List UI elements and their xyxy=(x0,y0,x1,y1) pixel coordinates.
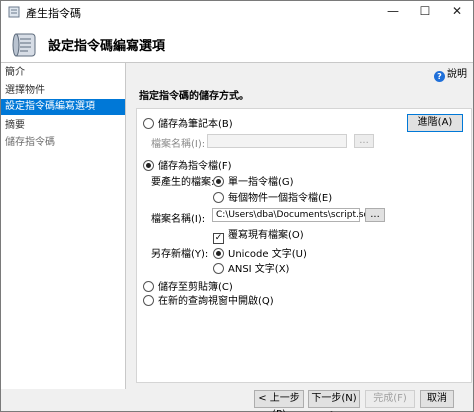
script-filename-label: 檔案名稱(I): xyxy=(151,214,206,225)
radio-icon xyxy=(143,295,154,306)
save-script-label: 儲存為指令檔(F) xyxy=(158,161,232,172)
overwrite-checkbox[interactable]: ✓ 覆寫現有檔案(O) xyxy=(213,226,304,244)
minimize-icon: — xyxy=(387,4,399,18)
ansi-radio[interactable]: ANSI 文字(X) xyxy=(213,260,289,275)
sidebar-item-label: 設定指令碼編寫選項 xyxy=(5,101,95,112)
save-notebook-label: 儲存為筆記本(B) xyxy=(158,119,233,130)
page-title: 設定指令碼編寫選項 xyxy=(48,39,166,54)
help-label: 說明 xyxy=(447,69,467,80)
section-title: 指定指令碼的儲存方式。 xyxy=(139,91,249,102)
save-notebook-radio[interactable]: 儲存為筆記本(B) xyxy=(143,115,233,130)
window-title: 產生指令碼 xyxy=(26,7,81,20)
help-link[interactable]: ? 說明 xyxy=(434,65,467,82)
next-button[interactable]: 下一步(N) > xyxy=(308,390,360,412)
unicode-radio[interactable]: Unicode 文字(U) xyxy=(213,245,307,260)
next-button-label: 下一步(N) > xyxy=(311,393,357,412)
script-filename-input[interactable]: C:\Users\dba\Documents\script.sql xyxy=(212,208,372,222)
unicode-label: Unicode 文字(U) xyxy=(228,249,307,260)
help-icon: ? xyxy=(434,71,445,82)
radio-icon xyxy=(213,248,224,259)
previous-button[interactable]: < 上一步(P) xyxy=(254,390,304,412)
files-to-generate-label: 要產生的檔案: xyxy=(151,177,215,188)
dialog-window: 產生指令碼 — ☐ ✕ 設定指令碼編寫選項 簡介 選擇物件 設定指令碼編寫選項 … xyxy=(0,0,474,412)
per-object-radio[interactable]: 每個物件一個指令檔(E) xyxy=(213,189,332,204)
sidebar-item-choose-objects[interactable]: 選擇物件 xyxy=(1,83,125,99)
sidebar-item-save-scripts[interactable]: 儲存指令碼 xyxy=(1,135,125,151)
sidebar-item-label: 簡介 xyxy=(5,67,25,78)
maximize-icon: ☐ xyxy=(419,4,431,18)
title-bar: 產生指令碼 — ☐ ✕ xyxy=(1,1,473,23)
new-query-label: 在新的查詢視窗中開啟(Q) xyxy=(158,296,274,307)
script-browse-button[interactable]: ... xyxy=(365,208,385,222)
cancel-button[interactable]: 取消 xyxy=(420,390,454,408)
radio-icon xyxy=(143,118,154,129)
save-script-radio[interactable]: 儲存為指令檔(F) xyxy=(143,157,232,172)
sidebar-item-label: 選擇物件 xyxy=(5,85,45,96)
notebook-filename-label: 檔案名稱(I): xyxy=(151,139,206,150)
options-panel: 儲存為筆記本(B) 進階(A) 檔案名稱(I): ... 儲存為指令檔(F) 要… xyxy=(136,108,472,383)
radio-icon xyxy=(143,160,154,171)
notebook-filename-input[interactable] xyxy=(207,134,347,148)
advanced-button[interactable]: 進階(A) xyxy=(407,114,463,132)
maximize-button[interactable]: ☐ xyxy=(409,1,441,23)
ansi-label: ANSI 文字(X) xyxy=(228,264,290,275)
browse-label: ... xyxy=(359,135,369,146)
save-as-label: 另存新檔(Y): xyxy=(151,249,209,260)
radio-icon xyxy=(143,281,154,292)
radio-icon xyxy=(213,263,224,274)
overwrite-label: 覆寫現有檔案(O) xyxy=(228,230,304,241)
minimize-button[interactable]: — xyxy=(377,1,409,23)
scroll-icon xyxy=(12,33,36,57)
close-icon: ✕ xyxy=(451,4,463,18)
wizard-sidebar: 簡介 選擇物件 設定指令碼編寫選項 摘要 儲存指令碼 xyxy=(1,63,126,389)
close-button[interactable]: ✕ xyxy=(441,1,473,23)
finish-button-label: 完成(F) xyxy=(373,393,407,404)
sidebar-item-scripting-options[interactable]: 設定指令碼編寫選項 xyxy=(1,99,125,115)
sidebar-item-summary[interactable]: 摘要 xyxy=(1,118,125,134)
scroll-app-icon xyxy=(8,6,20,18)
browse-label: ... xyxy=(370,209,380,220)
single-file-radio[interactable]: 單一指令檔(G) xyxy=(213,173,294,188)
advanced-button-label: 進階(A) xyxy=(417,117,453,128)
sidebar-item-label: 摘要 xyxy=(5,120,25,131)
previous-button-label: < 上一步(P) xyxy=(258,393,300,412)
checkmark-icon: ✓ xyxy=(213,233,224,244)
single-file-label: 單一指令檔(G) xyxy=(228,177,294,188)
notebook-browse-button[interactable]: ... xyxy=(354,134,374,148)
page-header: 設定指令碼編寫選項 xyxy=(1,23,473,63)
per-object-label: 每個物件一個指令檔(E) xyxy=(228,193,333,204)
radio-icon xyxy=(213,192,224,203)
radio-icon xyxy=(213,176,224,187)
sidebar-item-intro[interactable]: 簡介 xyxy=(1,65,125,81)
clipboard-radio[interactable]: 儲存至剪貼簿(C) xyxy=(143,278,233,293)
sidebar-item-label: 儲存指令碼 xyxy=(5,137,55,148)
finish-button[interactable]: 完成(F) xyxy=(365,390,415,408)
main-content: ? 說明 指定指令碼的儲存方式。 儲存為筆記本(B) 進階(A) 檔案名稱(I):… xyxy=(127,63,473,389)
new-query-radio[interactable]: 在新的查詢視窗中開啟(Q) xyxy=(143,292,274,307)
cancel-button-label: 取消 xyxy=(427,393,447,404)
